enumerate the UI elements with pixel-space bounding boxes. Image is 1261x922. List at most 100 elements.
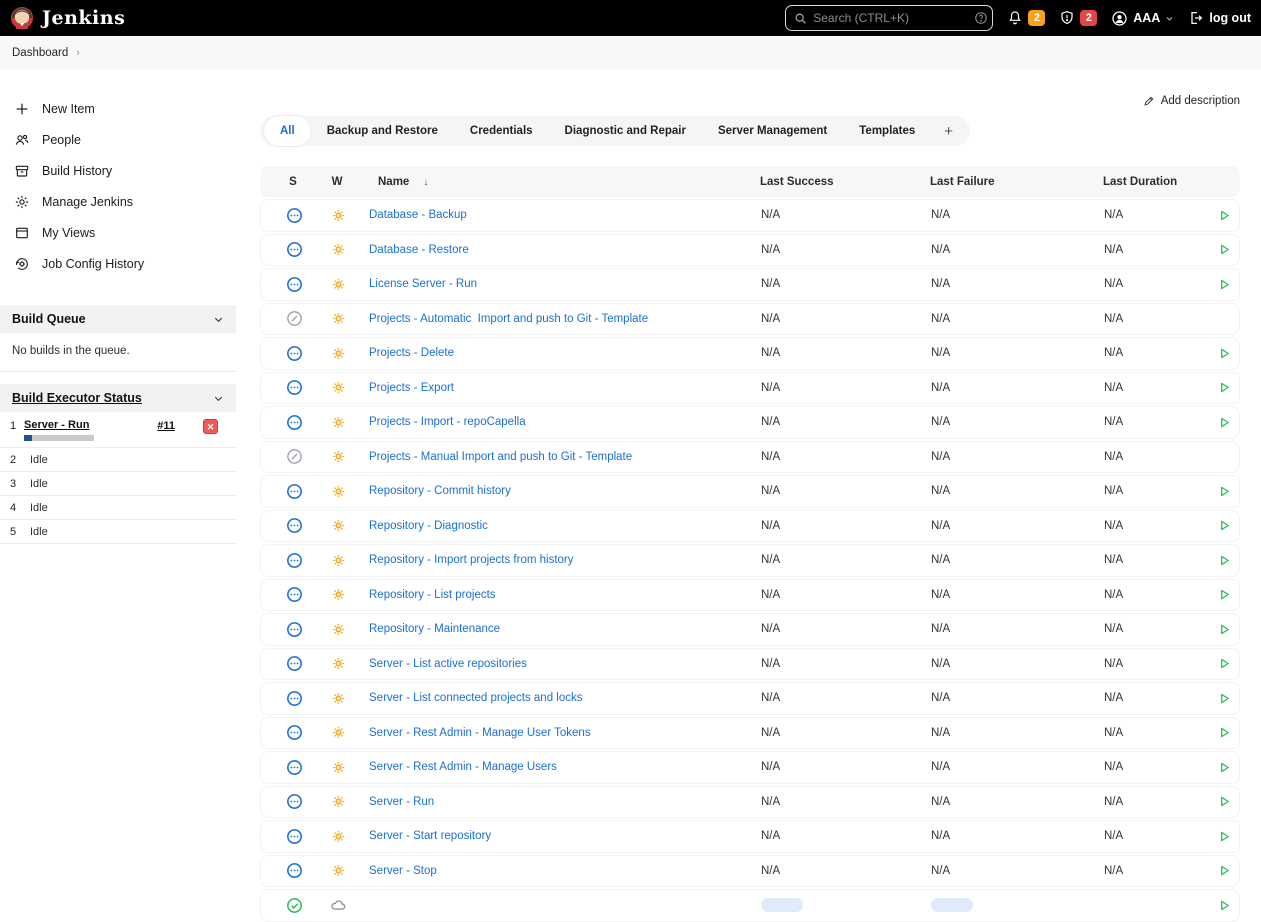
sidebar-item-build-history[interactable]: Build History <box>0 155 236 186</box>
job-link[interactable]: Server - Stop <box>359 865 751 877</box>
job-link[interactable]: Repository - List projects <box>359 589 751 601</box>
column-last-failure[interactable]: Last Failure <box>920 176 1093 188</box>
run-build-button[interactable] <box>1215 413 1234 432</box>
run-build-button[interactable] <box>1215 689 1234 708</box>
add-view-button[interactable]: + <box>931 123 966 140</box>
job-link[interactable]: Projects - Export <box>359 382 751 394</box>
last-failure-value: N/A <box>931 243 951 256</box>
sidebar-item-job-config-history[interactable]: Job Config History <box>0 248 236 279</box>
run-build-button[interactable] <box>1215 344 1234 363</box>
security-warnings-button[interactable]: 2 <box>1059 10 1098 26</box>
user-menu[interactable]: AAA <box>1111 10 1174 27</box>
window-icon <box>14 225 30 241</box>
run-build-button[interactable] <box>1215 620 1234 639</box>
job-link[interactable]: Server - Run <box>359 796 751 808</box>
last-success-value: N/A <box>761 692 781 705</box>
run-build-button[interactable] <box>1215 240 1234 259</box>
sidebar-item-manage-jenkins[interactable]: Manage Jenkins <box>0 186 236 217</box>
build-executor-status-header[interactable]: Build Executor Status <box>0 384 236 412</box>
tab-backup-and-restore[interactable]: Backup and Restore <box>311 116 454 146</box>
run-cell <box>1207 896 1251 915</box>
logout-button[interactable]: log out <box>1188 10 1251 26</box>
last-failure-value: N/A <box>931 312 951 325</box>
column-name[interactable]: Name ↓ <box>358 176 750 188</box>
play-icon <box>1217 242 1232 257</box>
last-failure-value: N/A <box>931 347 951 360</box>
run-build-button[interactable] <box>1215 758 1234 777</box>
job-link[interactable]: Server - Start repository <box>359 830 751 842</box>
job-link[interactable]: Database - Backup <box>359 209 751 221</box>
search-help-icon[interactable] <box>974 11 988 25</box>
job-link[interactable]: Repository - Diagnostic <box>359 520 751 532</box>
column-last-duration[interactable]: Last Duration <box>1093 176 1206 188</box>
run-build-button[interactable] <box>1215 585 1234 604</box>
last-failure-value: N/A <box>931 554 951 567</box>
run-cell <box>1207 792 1251 811</box>
job-link[interactable]: Repository - Commit history <box>359 485 751 497</box>
job-link[interactable]: Projects - Delete <box>359 347 751 359</box>
column-last-success[interactable]: Last Success <box>750 176 920 188</box>
run-build-button[interactable] <box>1215 723 1234 742</box>
run-build-button[interactable] <box>1215 792 1234 811</box>
status-pending-icon <box>271 276 317 293</box>
job-link[interactable]: Server - List active repositories <box>359 658 751 670</box>
job-link[interactable]: Server - Rest Admin - Manage User Tokens <box>359 727 751 739</box>
tab-templates[interactable]: Templates <box>843 116 931 146</box>
tab-all[interactable]: All <box>264 116 311 146</box>
run-build-button[interactable] <box>1215 206 1234 225</box>
run-cell <box>1207 861 1251 880</box>
run-build-button[interactable] <box>1215 551 1234 570</box>
status-success-icon <box>271 897 317 914</box>
last-success-value: N/A <box>761 416 781 429</box>
job-link[interactable]: Server - Rest Admin - Manage Users <box>359 761 751 773</box>
build-progress-bar[interactable] <box>24 435 94 441</box>
run-build-button[interactable] <box>1215 482 1234 501</box>
run-build-button[interactable] <box>1215 654 1234 673</box>
sidebar-item-my-views[interactable]: My Views <box>0 217 236 248</box>
tab-diagnostic-and-repair[interactable]: Diagnostic and Repair <box>549 116 702 146</box>
stop-build-button[interactable]: ✕ <box>203 419 218 434</box>
executor-job-link[interactable]: Server - Run <box>24 419 89 431</box>
job-link[interactable]: Projects - Import - repoCapella <box>359 416 751 428</box>
run-build-button[interactable] <box>1215 861 1234 880</box>
build-queue-header[interactable]: Build Queue <box>0 305 236 333</box>
last-success-value: N/A <box>761 381 781 394</box>
job-link[interactable]: Database - Restore <box>359 244 751 256</box>
column-status[interactable]: S <box>270 176 316 188</box>
search-input[interactable] <box>813 11 969 25</box>
sidebar-item-people[interactable]: People <box>0 124 236 155</box>
play-icon <box>1217 277 1232 292</box>
run-build-button[interactable] <box>1215 827 1234 846</box>
add-description-button[interactable]: Add description <box>1143 95 1240 107</box>
last-failure-value: N/A <box>931 278 951 291</box>
job-link[interactable]: License Server - Run <box>359 278 751 290</box>
job-table-body: Database - Backup N/A N/A N/A Database - Res… <box>260 199 1240 922</box>
job-link[interactable]: Projects - Automatic Import and push to … <box>359 313 751 325</box>
weather-sunny-icon <box>317 828 359 845</box>
status-pending-icon <box>271 724 317 741</box>
notifications-button[interactable]: 2 <box>1007 10 1046 26</box>
tab-server-management[interactable]: Server Management <box>702 116 843 146</box>
last-duration-value: N/A <box>1104 312 1124 325</box>
breadcrumb-dashboard[interactable]: Dashboard <box>12 47 68 59</box>
executor-row-busy: 1 Server - Run #11 ✕ <box>0 412 236 448</box>
last-duration-value: N/A <box>1104 588 1124 601</box>
run-build-button[interactable] <box>1215 378 1234 397</box>
run-build-button[interactable] <box>1215 896 1234 915</box>
last-failure-value: N/A <box>931 450 951 463</box>
job-link[interactable]: Repository - Maintenance <box>359 623 751 635</box>
status-pending-icon <box>271 517 317 534</box>
status-pending-icon <box>271 241 317 258</box>
tab-credentials[interactable]: Credentials <box>454 116 549 146</box>
job-link[interactable]: Repository - Import projects from histor… <box>359 554 751 566</box>
sidebar-item-new-item[interactable]: New Item <box>0 93 236 124</box>
column-weather[interactable]: W <box>316 176 358 188</box>
run-build-button[interactable] <box>1215 516 1234 535</box>
run-cell <box>1207 516 1251 535</box>
build-number-link[interactable]: #11 <box>157 420 175 432</box>
job-link[interactable]: Server - List connected projects and loc… <box>359 692 751 704</box>
last-failure-value: N/A <box>931 209 951 222</box>
job-link[interactable]: Projects - Manual Import and push to Git… <box>359 451 751 463</box>
run-build-button[interactable] <box>1215 275 1234 294</box>
jenkins-home-link[interactable]: Jenkins <box>10 6 125 30</box>
